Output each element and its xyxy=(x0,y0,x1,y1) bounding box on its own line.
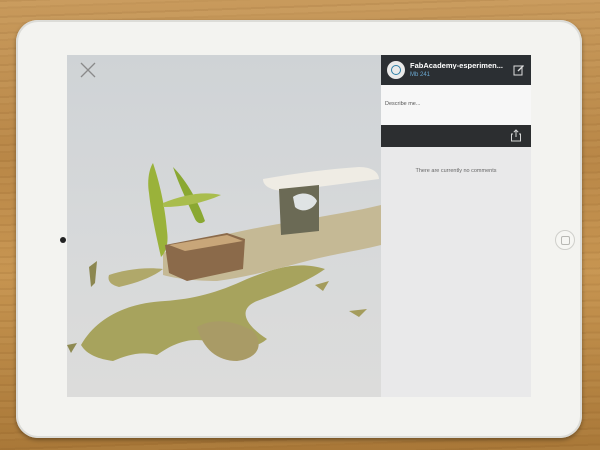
share-icon[interactable] xyxy=(510,129,522,142)
scan-mesh-column xyxy=(279,185,319,235)
model-size: Mb 241 xyxy=(410,72,431,79)
model-info-panel: FabAcademy-esperimen... Mb 241 Describe … xyxy=(381,55,531,397)
panel-toolbar xyxy=(381,125,531,147)
scan-fragment-2 xyxy=(349,309,367,317)
home-button[interactable] xyxy=(555,230,575,250)
tablet-screen: FabAcademy-esperimen... Mb 241 Describe … xyxy=(67,55,531,397)
description-field[interactable]: Describe me... xyxy=(381,85,531,125)
profile-avatar[interactable] xyxy=(387,61,405,79)
scan-mesh-top xyxy=(263,167,379,191)
model-title: FabAcademy-esperimen... xyxy=(410,61,503,70)
scan-leaf-left xyxy=(148,163,168,257)
scan-fragment-1 xyxy=(315,281,329,291)
front-camera xyxy=(60,237,66,243)
scan-mesh-fragment xyxy=(108,268,163,287)
compose-icon[interactable] xyxy=(513,64,525,76)
scan-model-canvas xyxy=(67,163,381,361)
scan-fragment-3 xyxy=(67,343,77,353)
model-titles: FabAcademy-esperimen... Mb 241 xyxy=(410,62,508,79)
panel-header: FabAcademy-esperimen... Mb 241 xyxy=(381,55,531,85)
model-viewer[interactable] xyxy=(67,55,381,397)
scan-mesh-shard xyxy=(89,261,97,287)
close-icon[interactable] xyxy=(79,61,97,79)
comments-area: There are currently no comments xyxy=(381,147,531,177)
description-placeholder: Describe me... xyxy=(385,101,421,107)
no-comments-message: There are currently no comments xyxy=(415,168,497,174)
